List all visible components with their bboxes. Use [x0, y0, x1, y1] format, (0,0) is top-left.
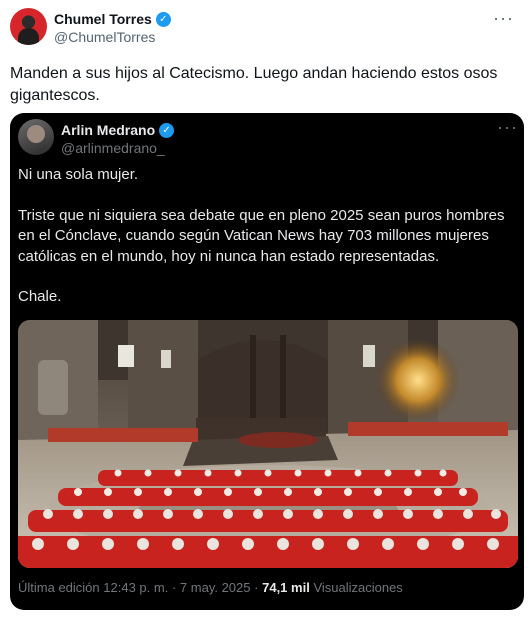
separator: · — [171, 580, 177, 595]
tweet-paragraph: Ni una sola mujer. — [18, 166, 139, 183]
conclave-photo[interactable] — [18, 320, 518, 568]
tweet-paragraph: Chale. — [18, 288, 62, 305]
author-handle[interactable]: @ChumelTorres — [54, 29, 171, 45]
tweet-paragraph: Triste que ni siquiera sea debate que en… — [18, 206, 505, 265]
author-handle[interactable]: @arlinmedrano_ — [61, 140, 174, 156]
author-name-row: Chumel Torres ✓ — [54, 10, 171, 28]
tweet-text: Manden a sus hijos al Catecismo. Luego a… — [10, 65, 498, 104]
separator: · — [254, 580, 259, 595]
avatar[interactable] — [10, 8, 47, 45]
verified-badge-icon: ✓ — [155, 11, 171, 27]
author-name[interactable]: Arlin Medrano — [61, 122, 155, 138]
views-label: Visualizaciones — [313, 580, 403, 595]
edited-label[interactable]: Última edición — [18, 580, 100, 595]
quoted-tweet-text: Ni una sola mujer. Triste que ni siquier… — [18, 165, 516, 308]
author-block: Chumel Torres ✓ @ChumelTorres — [54, 10, 171, 45]
tweet-metadata: Última edición 12:43 p. m. · 7 may. 2025… — [18, 580, 518, 595]
author-name[interactable]: Chumel Torres — [54, 11, 152, 27]
basilica-scene-image — [18, 320, 518, 568]
quoted-tweet-header: Arlin Medrano ✓ @arlinmedrano_ ··· — [18, 117, 518, 159]
timestamp-date[interactable]: 7 may. 2025 — [180, 580, 251, 595]
more-horizontal-icon[interactable]: ··· — [493, 8, 514, 29]
quoted-tweet-card[interactable]: Arlin Medrano ✓ @arlinmedrano_ ··· Ni un… — [10, 113, 524, 610]
views-count: 74,1 mil — [262, 580, 310, 595]
verified-badge-icon: ✓ — [159, 122, 175, 138]
author-name-row: Arlin Medrano ✓ — [61, 121, 175, 139]
outer-tweet-header: Chumel Torres ✓ @ChumelTorres ··· — [10, 8, 520, 52]
avatar[interactable] — [18, 119, 54, 155]
timestamp-time[interactable]: 12:43 p. m. — [103, 580, 168, 595]
more-horizontal-icon[interactable]: ··· — [497, 117, 518, 138]
author-block: Arlin Medrano ✓ @arlinmedrano_ — [61, 121, 175, 156]
